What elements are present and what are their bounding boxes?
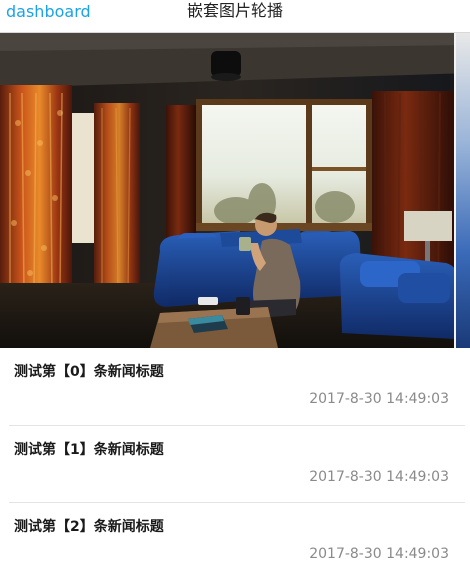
image-carousel[interactable] [0,33,470,348]
carousel-slide-image [0,33,470,348]
news-timestamp: 2017-8-30 14:49:03 [309,546,449,562]
news-timestamp: 2017-8-30 14:49:03 [309,391,449,407]
nav-bar: dashboard 嵌套图片轮播 [0,0,470,33]
list-item[interactable]: 测试第【2】条新闻标题 2017-8-30 14:49:03 [9,503,465,569]
news-title: 测试第【0】条新闻标题 [14,364,164,380]
list-item[interactable]: 测试第【1】条新闻标题 2017-8-30 14:49:03 [9,426,465,503]
list-item[interactable]: 测试第【0】条新闻标题 2017-8-30 14:49:03 [9,348,465,426]
news-list: 测试第【0】条新闻标题 2017-8-30 14:49:03 测试第【1】条新闻… [0,348,470,569]
news-title: 测试第【2】条新闻标题 [14,519,164,535]
page-title: 嵌套图片轮播 [186,1,283,20]
news-timestamp: 2017-8-30 14:49:03 [309,469,449,485]
app-window: dashboard 嵌套图片轮播 测试第【0】条新闻标题 2017-8-30 1… [0,0,470,569]
news-title: 测试第【1】条新闻标题 [14,442,164,458]
